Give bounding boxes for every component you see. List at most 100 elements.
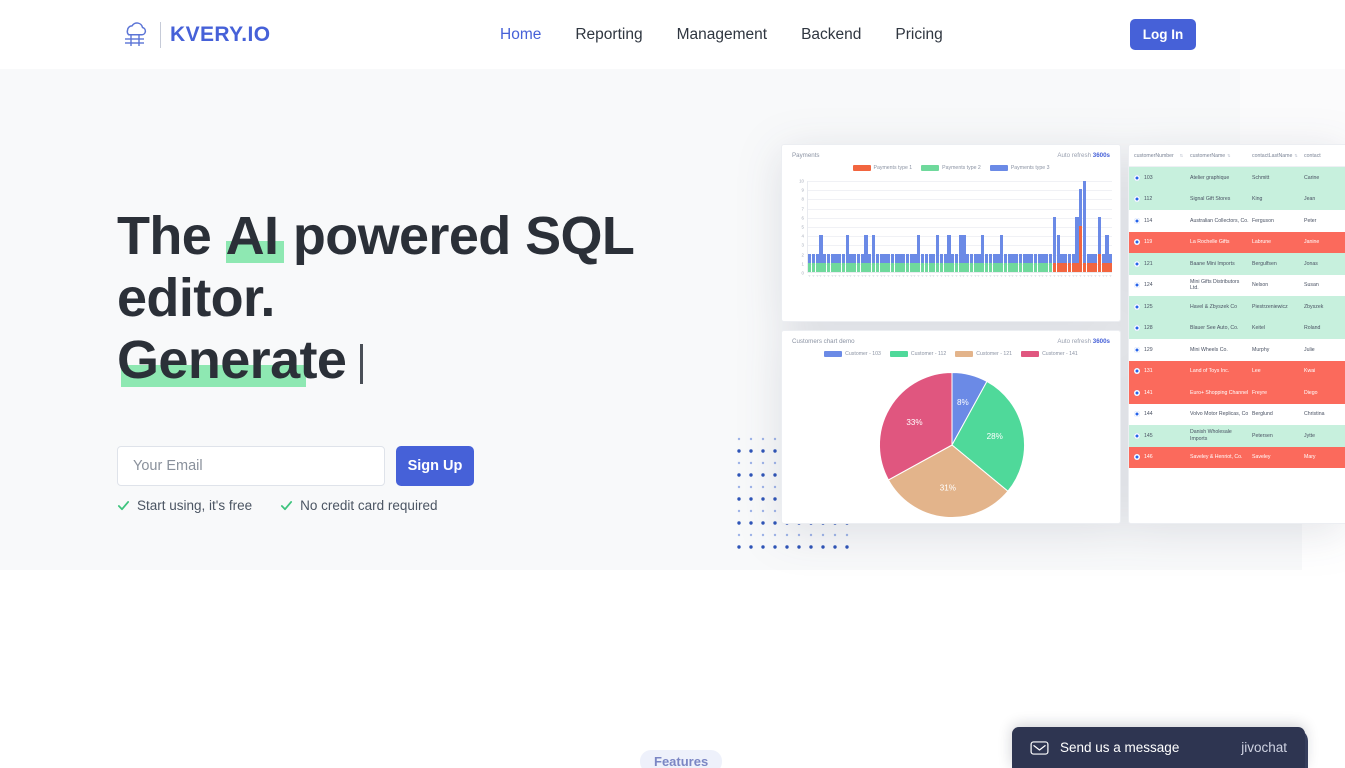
table-row[interactable]: 128 Blauer See Auto, Co. Keitel Roland <box>1129 317 1345 339</box>
bar[interactable] <box>988 181 992 272</box>
bar[interactable] <box>917 181 921 272</box>
nav-item-home[interactable]: Home <box>500 26 541 44</box>
pie-legend-item-2[interactable]: Customer - 121 <box>955 351 1012 357</box>
bar[interactable] <box>1082 181 1087 272</box>
column-header-customer-name[interactable]: customerName ⇅ <box>1190 153 1252 159</box>
bar[interactable] <box>811 181 815 272</box>
bar[interactable] <box>853 181 857 272</box>
bar[interactable] <box>1071 181 1075 272</box>
bar[interactable] <box>992 181 996 272</box>
bar[interactable] <box>1026 181 1030 272</box>
bar[interactable] <box>1090 181 1094 272</box>
bar[interactable] <box>928 181 932 272</box>
bar[interactable] <box>977 181 981 272</box>
bar[interactable] <box>856 181 861 272</box>
bar[interactable] <box>1049 181 1053 272</box>
pie-legend-item-3[interactable]: Customer - 141 <box>1021 351 1078 357</box>
bar[interactable] <box>1064 181 1068 272</box>
column-header-contact-last[interactable]: contactLastName ⇅ <box>1252 153 1304 159</box>
bar[interactable] <box>951 181 955 272</box>
bar[interactable] <box>868 181 872 272</box>
bar[interactable] <box>954 181 959 272</box>
bar[interactable] <box>920 181 925 272</box>
bar[interactable] <box>1109 181 1113 272</box>
bar[interactable] <box>1022 181 1026 272</box>
bar[interactable] <box>924 181 928 272</box>
bar[interactable] <box>872 181 876 272</box>
email-field[interactable] <box>117 446 385 486</box>
bar[interactable] <box>947 181 951 272</box>
bar[interactable] <box>913 181 917 272</box>
bar[interactable] <box>845 181 849 272</box>
bar[interactable] <box>1011 181 1015 272</box>
bar[interactable] <box>864 181 868 272</box>
bar[interactable] <box>1097 181 1102 272</box>
bar[interactable] <box>808 181 812 272</box>
table-row[interactable]: 121 Baane Mini Imports Bergulfsen Jonas <box>1129 253 1345 275</box>
bar[interactable] <box>826 181 831 272</box>
bar[interactable] <box>909 181 913 272</box>
bar[interactable] <box>1000 181 1004 272</box>
bar[interactable] <box>943 181 947 272</box>
bar[interactable] <box>902 181 906 272</box>
bar[interactable] <box>1041 181 1045 272</box>
bar[interactable] <box>996 181 1000 272</box>
legend-item-1[interactable]: Payments type 2 <box>921 165 981 171</box>
table-row[interactable]: 129 Mini Wheels Co. Murphy Julie <box>1129 339 1345 361</box>
table-row[interactable]: 114 Australian Collectors, Co. Ferguson Pet… <box>1129 210 1345 232</box>
bar[interactable] <box>1086 181 1090 272</box>
bar[interactable] <box>962 181 966 272</box>
table-row[interactable]: 125 Havel & Zbyszek Co Piestrzeniewicz Zbys… <box>1129 296 1345 318</box>
table-row[interactable]: 145 Danish Wholesale Imports Petersen Jytte <box>1129 425 1345 447</box>
bar[interactable] <box>860 181 864 272</box>
bar[interactable] <box>1075 181 1079 272</box>
column-header-contact[interactable]: contact <box>1304 153 1345 159</box>
login-button[interactable]: Log In <box>1130 19 1196 50</box>
bar[interactable] <box>883 181 887 272</box>
bar[interactable] <box>838 181 842 272</box>
chat-widget[interactable]: Send us a message jivochat <box>1012 727 1305 768</box>
nav-item-backend[interactable]: Backend <box>801 26 861 44</box>
table-row[interactable]: 146 Saveley & Henriot, Co. Saveley Mary <box>1129 446 1345 468</box>
nav-item-reporting[interactable]: Reporting <box>575 26 642 44</box>
column-header-customer-number[interactable]: customerNumber ⇅ <box>1134 153 1190 159</box>
bar[interactable] <box>898 181 902 272</box>
bar[interactable] <box>1105 181 1109 272</box>
bar[interactable] <box>819 181 823 272</box>
bar[interactable] <box>1079 181 1083 272</box>
table-row[interactable]: 112 Signal Gift Stores King Jean <box>1129 188 1345 210</box>
bar[interactable] <box>932 181 936 272</box>
bar[interactable] <box>1007 181 1011 272</box>
bar[interactable] <box>1003 181 1008 272</box>
bar[interactable] <box>823 181 827 272</box>
bar[interactable] <box>973 181 977 272</box>
bar[interactable] <box>830 181 834 272</box>
bar[interactable] <box>849 181 853 272</box>
table-row[interactable]: 144 Volvo Motor Replicas, Co Berglund Chris… <box>1129 403 1345 425</box>
bar[interactable] <box>834 181 838 272</box>
legend-item-0[interactable]: Payments type 1 <box>852 165 912 171</box>
bar[interactable] <box>939 181 944 272</box>
bar[interactable] <box>890 181 895 272</box>
bar[interactable] <box>958 181 962 272</box>
bar[interactable] <box>841 181 846 272</box>
nav-item-management[interactable]: Management <box>677 26 767 44</box>
pie-legend-item-0[interactable]: Customer - 103 <box>824 351 881 357</box>
bar[interactable] <box>815 181 819 272</box>
bar[interactable] <box>966 181 970 272</box>
bar[interactable] <box>905 181 910 272</box>
brand-logo[interactable]: KVERY.IO <box>117 18 270 52</box>
bar[interactable] <box>969 181 974 272</box>
bar[interactable] <box>1045 181 1049 272</box>
bar[interactable] <box>1060 181 1064 272</box>
bar[interactable] <box>981 181 985 272</box>
bar[interactable] <box>984 181 989 272</box>
table-row[interactable]: 119 La Rochelle Gifts Labrune Janine <box>1129 231 1345 253</box>
bar[interactable] <box>879 181 883 272</box>
bar[interactable] <box>875 181 879 272</box>
bar[interactable] <box>1094 181 1098 272</box>
bar[interactable] <box>1015 181 1019 272</box>
bar[interactable] <box>1056 181 1060 272</box>
legend-item-2[interactable]: Payments type 3 <box>989 165 1049 171</box>
bar[interactable] <box>936 181 940 272</box>
